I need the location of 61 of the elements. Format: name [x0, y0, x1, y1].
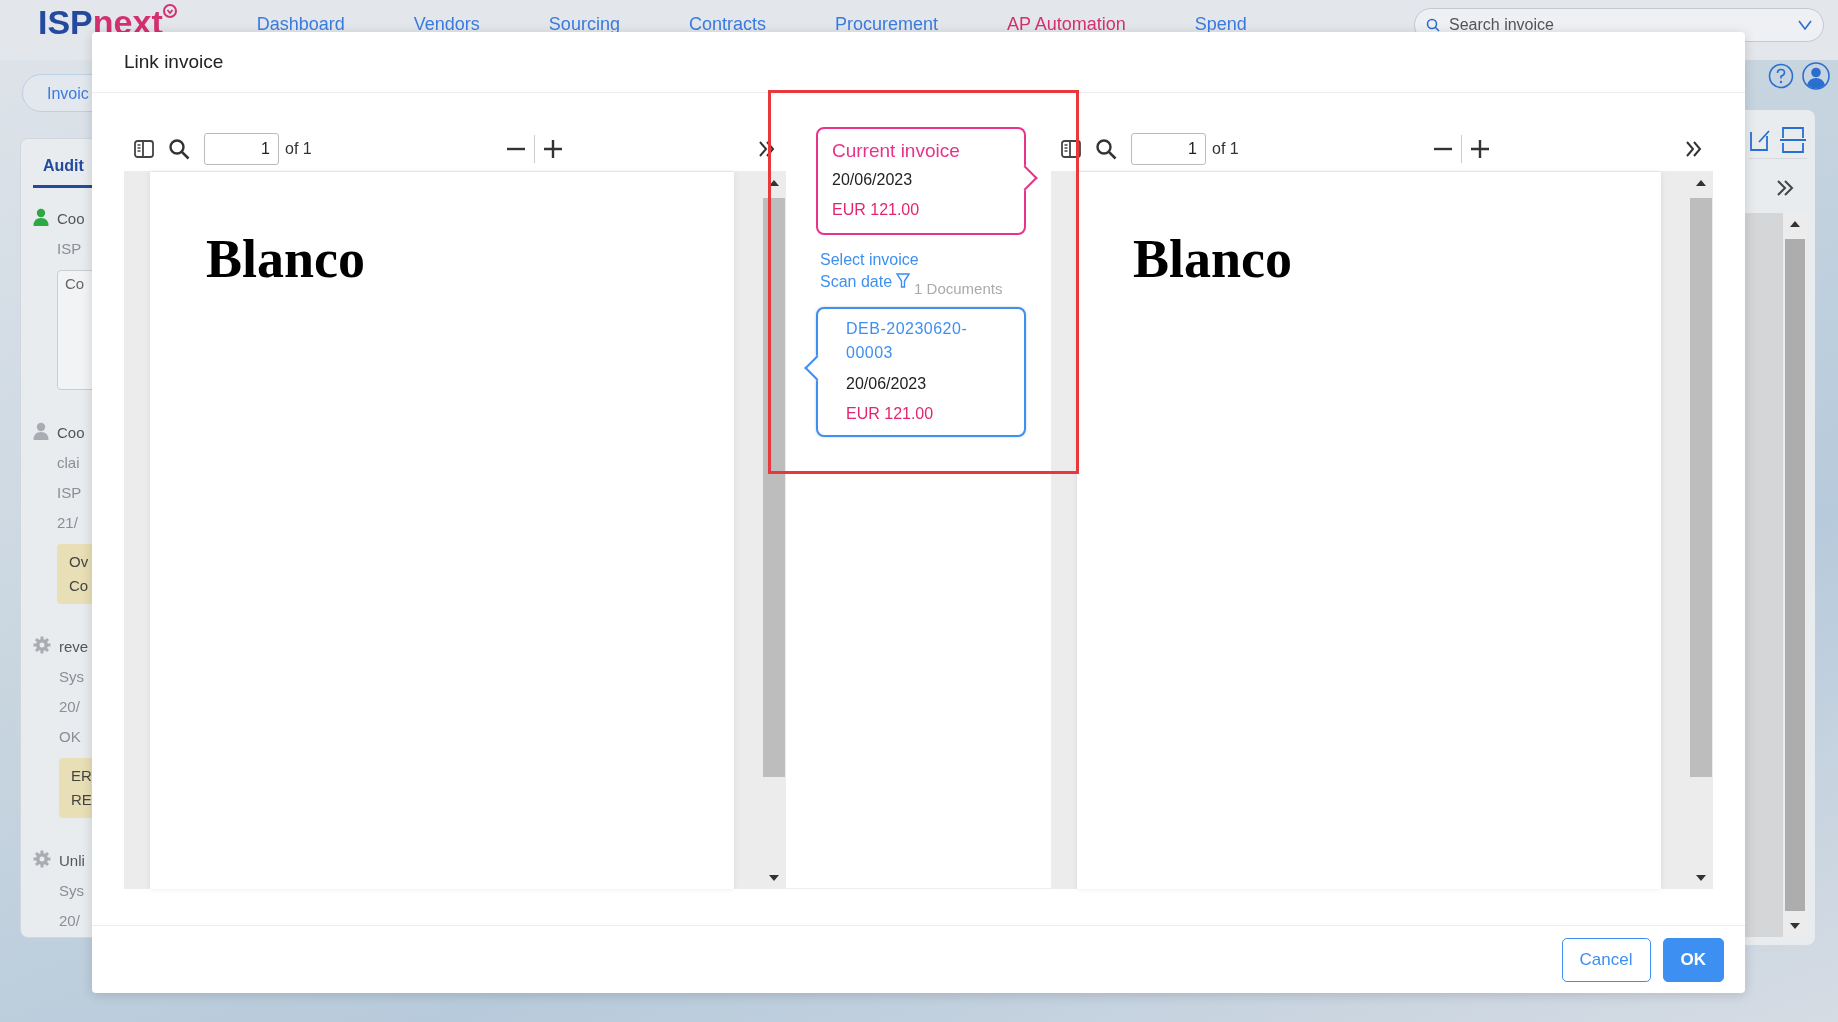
note-text: ER [71, 766, 92, 786]
logo-mark-icon [162, 4, 177, 18]
filter-icon[interactable] [896, 273, 911, 289]
entry-text: OK [59, 727, 82, 747]
cancel-button[interactable]: Cancel [1561, 938, 1651, 982]
nav-link[interactable]: Sourcing [548, 14, 620, 35]
card-title: Current invoice [832, 139, 961, 163]
zoom-in-icon[interactable] [543, 139, 564, 159]
nav-link[interactable]: Dashboard [256, 14, 345, 35]
comment-text: Co [65, 275, 85, 292]
entry-text: 20/ [59, 911, 81, 931]
double-chevron-icon[interactable] [758, 141, 776, 157]
search-icon [1426, 18, 1440, 32]
invoice-amount: EUR 121.00 [846, 404, 935, 424]
invoice-number: DEB-20230620-00003 [846, 319, 969, 363]
sort-link[interactable]: Scan date [820, 273, 893, 291]
entry-text: Sys [59, 881, 85, 901]
invoice-amount: EUR 121.00 [832, 200, 921, 220]
nav-link[interactable]: Vendors [413, 14, 480, 35]
page-count: of 1 [1212, 140, 1239, 158]
section-label: Select invoice [820, 251, 920, 269]
entry-text: Coo [57, 209, 86, 229]
double-chevron-icon[interactable] [1685, 141, 1703, 157]
user-icon[interactable] [1802, 62, 1830, 90]
invoice-tab[interactable]: Invoic [22, 74, 92, 112]
search-icon[interactable] [1095, 138, 1117, 160]
entry-text: Unli [59, 851, 85, 871]
zoom-in-icon[interactable] [1470, 139, 1491, 159]
note-text: Co [69, 576, 90, 596]
page-number-field[interactable]: 1 [204, 133, 279, 165]
document-count: 1 Documents [914, 280, 1003, 297]
chevron-down-icon [1798, 20, 1812, 30]
entry-text: Coo [57, 423, 86, 443]
entry-text: 21/ [57, 513, 79, 533]
ok-button[interactable]: OK [1662, 938, 1724, 982]
invoice-date: 20/06/2023 [846, 374, 928, 394]
double-chevron-icon[interactable] [1775, 179, 1795, 197]
invoice-date: 20/06/2023 [832, 170, 914, 190]
page-count: of 1 [285, 140, 312, 158]
search-icon[interactable] [168, 138, 190, 160]
page-number-field[interactable]: 1 [1131, 133, 1206, 165]
entry-text: Sys [59, 667, 85, 687]
entry-text: clai [57, 453, 81, 473]
entry-text: reve [59, 637, 90, 657]
entry-text: 20/ [59, 697, 81, 717]
note-text: Ov [69, 552, 90, 572]
nav-link[interactable]: Procurement [834, 14, 938, 35]
entry-text: ISP [57, 483, 83, 503]
help-icon[interactable] [1768, 63, 1794, 89]
dialog-title: Link invoice [92, 32, 1745, 93]
nav-link[interactable]: Contracts [688, 14, 766, 35]
entry-text: ISP [57, 239, 83, 259]
sidebar-toggle-icon[interactable] [134, 140, 154, 158]
external-link-icon[interactable] [1749, 128, 1771, 152]
document-heading: Blanco [206, 228, 367, 290]
nav-link[interactable]: Spend [1194, 14, 1247, 35]
scan-icon[interactable] [1779, 126, 1807, 154]
note-text: RE [71, 790, 92, 810]
document-heading: Blanco [1133, 228, 1294, 290]
nav-link[interactable]: AP Automation [1007, 14, 1126, 35]
sidebar-toggle-icon[interactable] [1061, 140, 1081, 158]
